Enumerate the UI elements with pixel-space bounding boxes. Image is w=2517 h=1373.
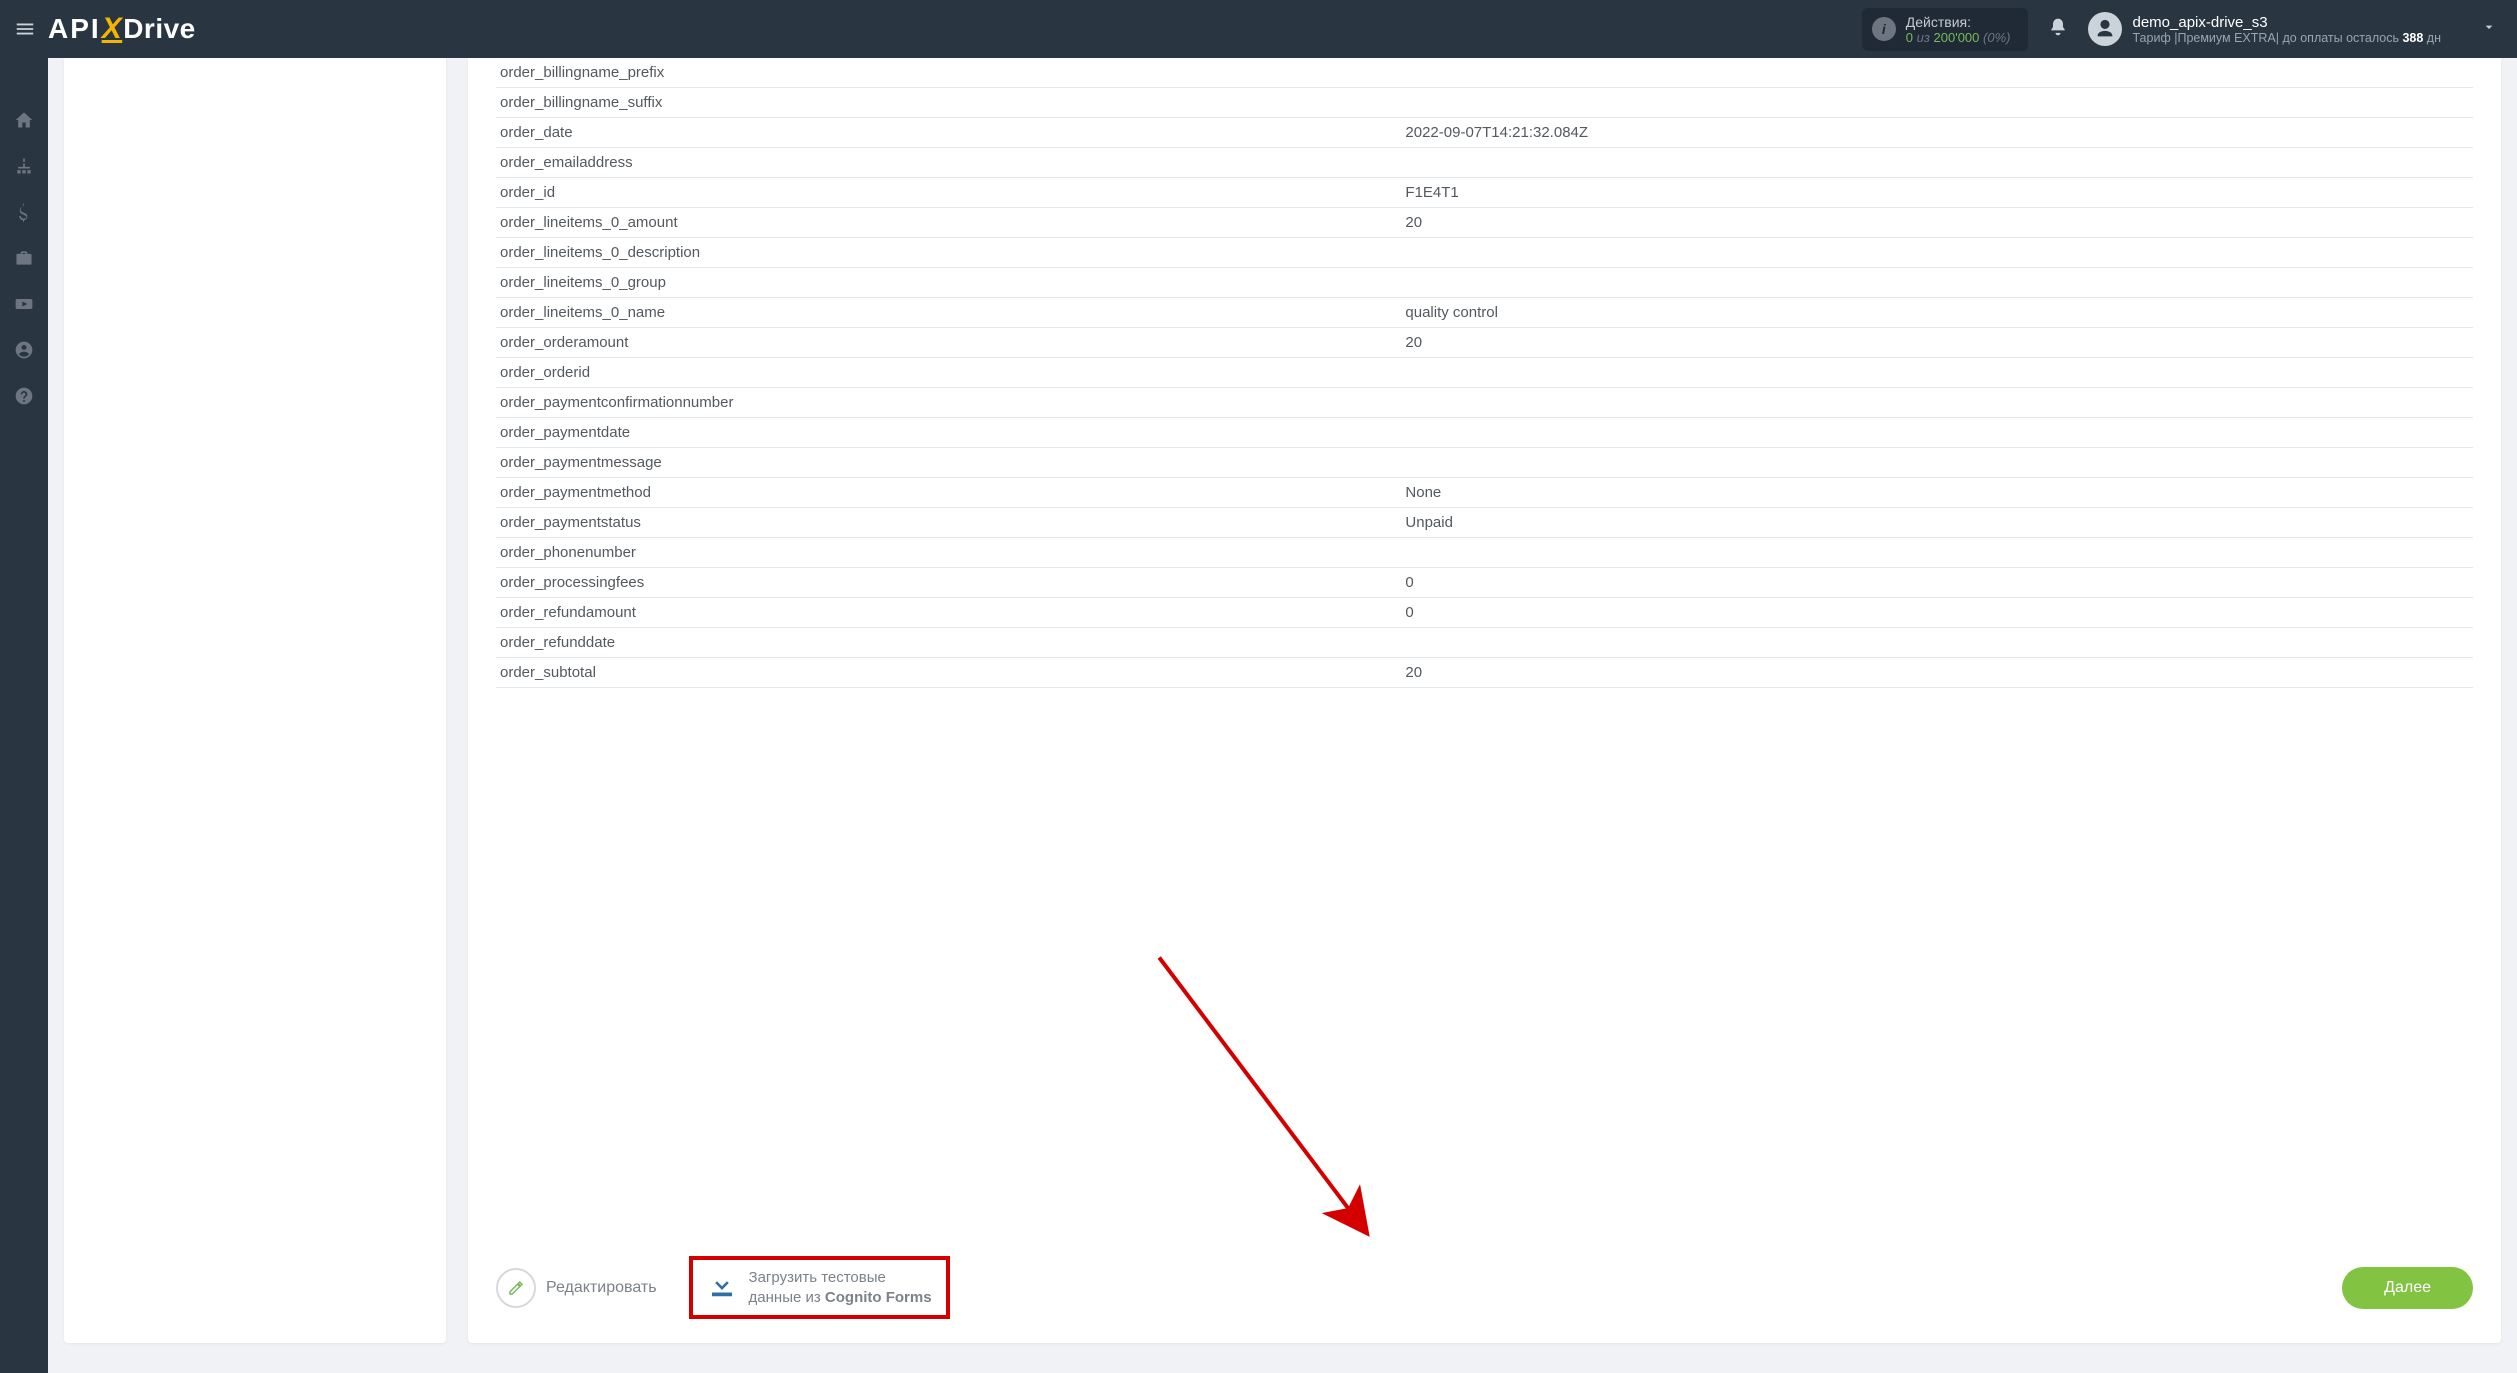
field-key: order_date [496,124,1405,141]
table-row: order_phonenumber [496,538,2473,568]
actions-counter[interactable]: i Действия: 0 из 200'000 (0%) [1862,8,2029,51]
bell-icon [2048,17,2068,37]
field-key: order_billingname_suffix [496,94,1405,111]
field-key: order_id [496,184,1405,201]
user-plan: Тариф |Премиум EXTRA| до оплаты осталось… [2132,31,2441,45]
help-icon [14,386,34,406]
table-row: order_paymentmessage [496,448,2473,478]
field-key: order_billingname_prefix [496,64,1405,81]
sidebar-item-connections[interactable] [0,144,48,188]
logo-drive: Drive [123,13,196,45]
logo[interactable]: APIXDrive [48,12,196,46]
table-row: order_paymentdate [496,418,2473,448]
chevron-down-icon [2481,19,2497,40]
user-circle-icon [14,340,34,360]
field-value: Unpaid [1405,514,2473,531]
field-key: order_paymentstatus [496,514,1405,531]
edit-label: Редактировать [546,1279,657,1297]
field-key: order_refundamount [496,604,1405,621]
field-value: None [1405,484,2473,501]
field-key: order_emailaddress [496,154,1405,171]
table-row: order_emailaddress [496,148,2473,178]
field-value: 0 [1405,574,2473,591]
table-row: order_paymentstatusUnpaid [496,508,2473,538]
field-key: order_lineitems_0_amount [496,214,1405,231]
field-value: F1E4T1 [1405,184,2473,201]
load-line1: Загрузить тестовые [749,1268,932,1288]
home-icon [14,110,34,130]
actions-label: Действия: [1906,14,2011,30]
field-key: order_lineitems_0_group [496,274,1405,291]
load-line2: данные из Cognito Forms [749,1288,932,1308]
field-key: order_lineitems_0_description [496,244,1405,261]
table-row: order_date2022-09-07T14:21:32.084Z [496,118,2473,148]
table-row: order_subtotal20 [496,658,2473,688]
dollar-icon [14,202,34,222]
field-key: order_orderamount [496,334,1405,351]
field-key: order_subtotal [496,664,1405,681]
field-key: order_paymentconfirmationnumber [496,394,1405,411]
table-row: order_billingname_suffix [496,88,2473,118]
left-panel [64,58,446,1343]
field-value: quality control [1405,304,2473,321]
field-key: order_paymentdate [496,424,1405,441]
table-row: order_refundamount0 [496,598,2473,628]
table-row: order_orderid [496,358,2473,388]
notifications-button[interactable] [2048,17,2068,42]
actions-value: 0 из 200'000 (0%) [1906,30,2011,45]
hamburger-menu-button[interactable] [10,14,40,44]
pencil-icon [496,1268,536,1308]
sidebar-item-video[interactable] [0,282,48,326]
table-row: order_orderamount20 [496,328,2473,358]
youtube-icon [14,294,34,314]
next-button[interactable]: Далее [2342,1267,2473,1309]
table-row: order_paymentmethodNone [496,478,2473,508]
logo-api: API [48,13,101,45]
sidebar [0,58,48,1373]
user-icon [2094,18,2116,40]
field-key: order_lineitems_0_name [496,304,1405,321]
table-row: order_processingfees0 [496,568,2473,598]
logo-x: X [101,12,124,46]
table-row: order_refunddate [496,628,2473,658]
table-row: order_lineitems_0_group [496,268,2473,298]
field-key: order_orderid [496,364,1405,381]
user-name: demo_apix-drive_s3 [2132,14,2441,31]
field-value: 20 [1405,214,2473,231]
header-bar: APIXDrive i Действия: 0 из 200'000 (0%) … [0,0,2517,58]
right-panel: order_billingname_prefix order_billingnam… [468,58,2501,1343]
table-row: order_paymentconfirmationnumber [496,388,2473,418]
sidebar-item-account[interactable] [0,328,48,372]
avatar [2088,12,2122,46]
field-value: 2022-09-07T14:21:32.084Z [1405,124,2473,141]
info-icon: i [1872,17,1896,41]
field-value: 0 [1405,604,2473,621]
sidebar-item-home[interactable] [0,98,48,142]
edit-button[interactable]: Редактировать [496,1268,657,1308]
main-content: order_billingname_prefix order_billingnam… [48,58,2517,1373]
field-key: order_paymentmessage [496,454,1405,471]
panel-footer: Редактировать Загрузить тестовые данные … [468,1238,2501,1343]
table-row: order_lineitems_0_description [496,238,2473,268]
fields-table: order_billingname_prefix order_billingnam… [468,58,2501,1238]
sitemap-icon [14,156,34,176]
table-row: order_idF1E4T1 [496,178,2473,208]
field-value: 20 [1405,334,2473,351]
sidebar-item-business[interactable] [0,236,48,280]
download-icon [707,1270,737,1305]
sidebar-item-help[interactable] [0,374,48,418]
field-value: 20 [1405,664,2473,681]
table-row: order_billingname_prefix [496,58,2473,88]
briefcase-icon [14,248,34,268]
field-key: order_paymentmethod [496,484,1405,501]
table-row: order_lineitems_0_amount20 [496,208,2473,238]
field-key: order_phonenumber [496,544,1405,561]
sidebar-item-billing[interactable] [0,190,48,234]
load-test-data-button[interactable]: Загрузить тестовые данные из Cognito For… [693,1260,946,1315]
table-row: order_lineitems_0_namequality control [496,298,2473,328]
field-key: order_processingfees [496,574,1405,591]
user-menu[interactable]: demo_apix-drive_s3 Тариф |Премиум EXTRA|… [2088,12,2497,46]
field-key: order_refunddate [496,634,1405,651]
hamburger-icon [14,18,36,40]
